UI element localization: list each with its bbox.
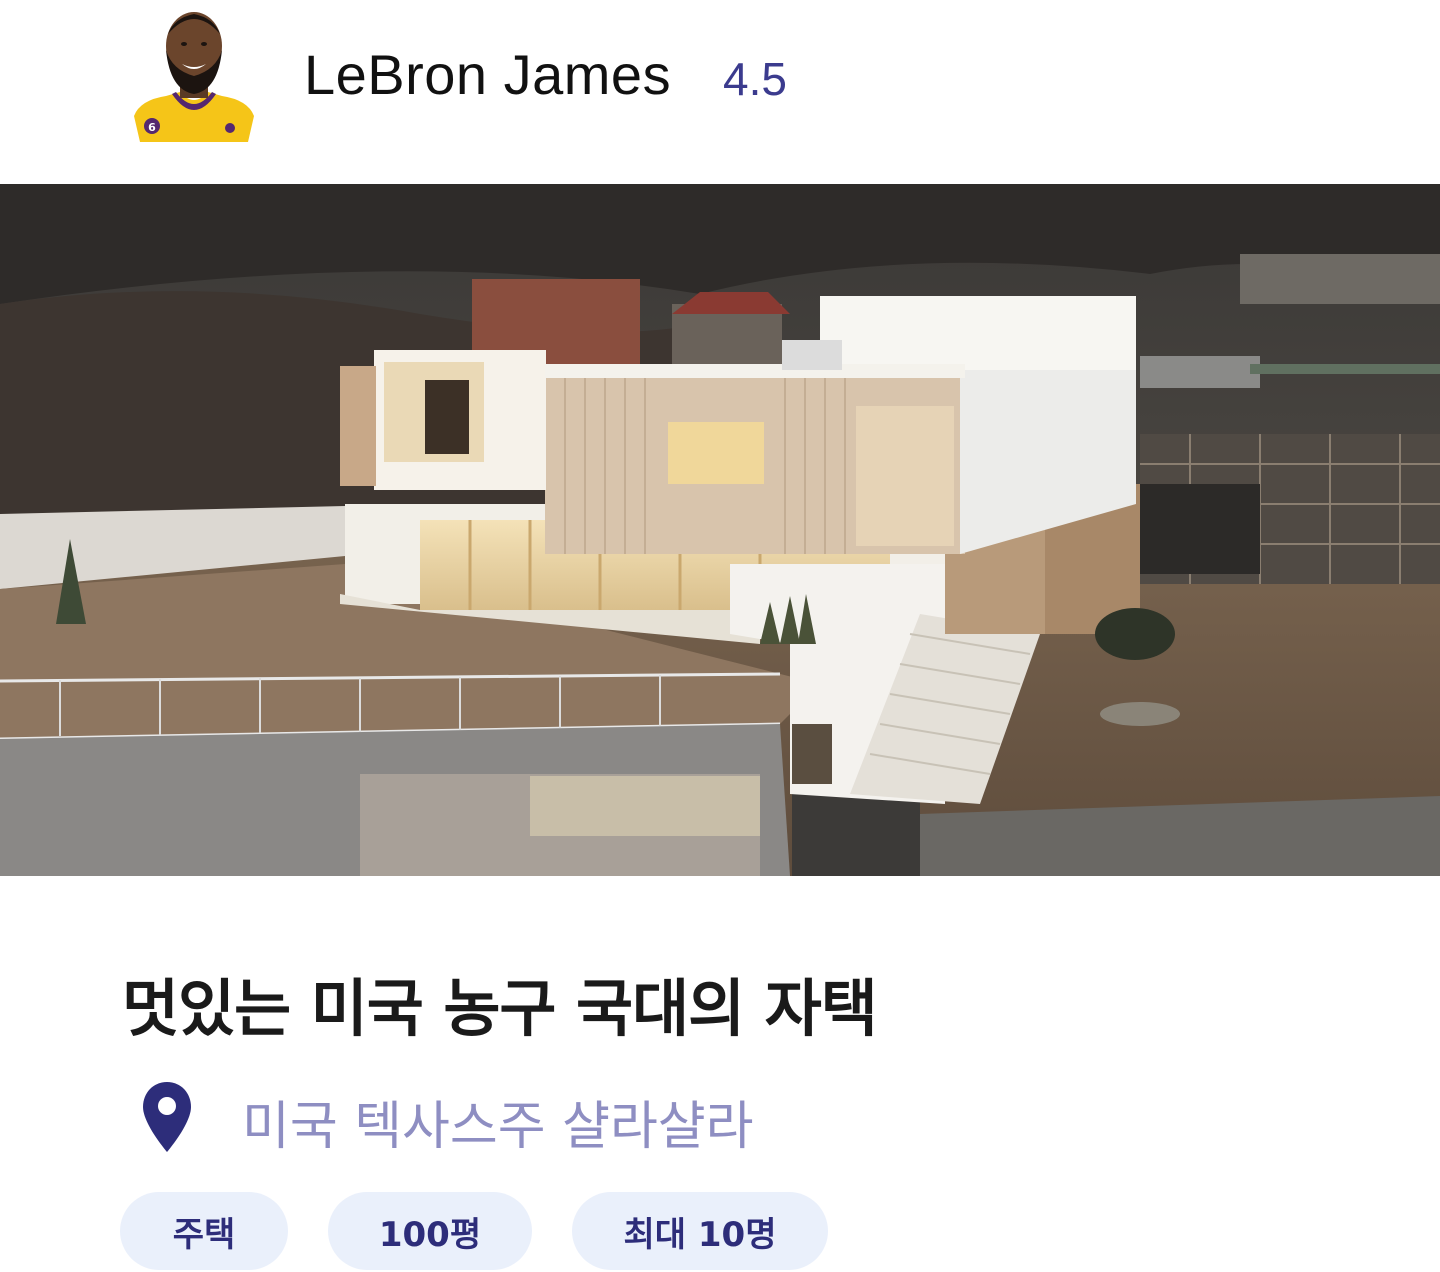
tag-chip-size[interactable]: 100평: [328, 1192, 532, 1270]
host-name[interactable]: LeBron James: [304, 42, 671, 107]
location-text: 미국 텍사스주 샬라샬라: [242, 1097, 754, 1157]
host-rating: 4.5: [723, 53, 787, 105]
listing-title: 멋있는 미국 농구 국대의 자택: [122, 972, 878, 1045]
host-avatar[interactable]: 6: [130, 4, 258, 144]
tag-chip-capacity[interactable]: 최대 10명: [572, 1192, 828, 1270]
map-pin-icon: [140, 1080, 194, 1154]
jersey-number: 6: [148, 121, 156, 134]
listing-photo[interactable]: [0, 184, 1440, 876]
host-header: 6 LeBron James 4.5: [0, 0, 1440, 184]
tag-chip-type[interactable]: 주택: [120, 1192, 288, 1270]
